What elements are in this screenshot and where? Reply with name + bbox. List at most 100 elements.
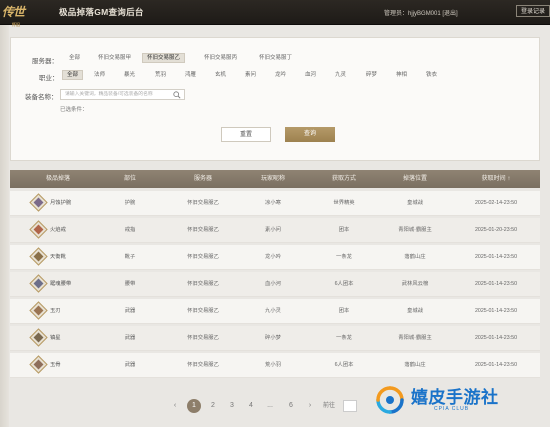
cell-time: 2025-01-14-23:50 [474,335,518,341]
table-row[interactable]: 火焰戒 戒指 怀旧交易服乙 素小问 团本 青阳城·霸服主 2025-01-20-23:50 [10,218,540,243]
table-row[interactable]: 天衡靴 靴子 怀旧交易服乙 龙小吟 一条龙 落鹤山庄 2025-01-14-23:50 [10,245,540,270]
cell-location: 青阳城·霸服主 [398,227,432,233]
page-6-button[interactable]: 6 [284,399,298,413]
table-row[interactable]: 镇星 武器 怀旧交易服乙 碎小梦 一条龙 青阳城·霸服主 2025-01-14-23:50 [10,326,540,351]
cell-server: 怀旧交易服乙 [187,254,219,260]
cell-player: 龙小吟 [265,254,281,260]
next-page-button[interactable]: › [303,399,317,413]
left-decor-strip [0,25,9,427]
class-option[interactable]: 神相 [392,70,411,80]
exit-link[interactable]: [退出] [442,11,457,17]
server-option[interactable]: 怀旧交易服甲 [94,53,135,63]
page-1-button[interactable]: 1 [187,399,201,413]
col-header-item: 极品掉落 [45,176,71,182]
equip-search-field[interactable] [60,89,185,100]
class-option[interactable]: 碎梦 [362,70,381,80]
class-option[interactable]: 九灵 [331,70,350,80]
filter-panel: 服务器： 全部 怀旧交易服甲 怀旧交易服乙 怀旧交易服丙 怀旧交易服丁 职业： 全部 法师… [10,37,540,161]
watermark-subtext: CPIA CLUB [434,406,470,412]
item-gem-icon [29,247,48,266]
goto-page-input[interactable] [343,400,357,412]
class-option[interactable]: 荒羽 [151,70,170,80]
cell-slot: 武器 [124,362,136,368]
admin-name: hjjyBGM001 [408,11,441,17]
cell-item-name: 月蚀护腕 [50,200,72,206]
selected-conditions-label: 已选条件： [60,107,88,113]
class-option[interactable]: 全部 [62,70,84,80]
goto-label: 前往 [323,403,336,409]
cell-method: 一条龙 [336,335,352,341]
cell-player: 血小河 [265,281,281,287]
cell-item-name: 火焰戒 [50,227,66,233]
cell-location: 落鹤山庄 [404,254,426,260]
query-button[interactable]: 查询 [285,127,335,142]
class-option[interactable]: 法师 [90,70,109,80]
cell-server: 怀旧交易服乙 [187,362,219,368]
cell-method: 6人团本 [334,281,354,287]
table-row[interactable]: 玉骨 武器 怀旧交易服乙 荒小羽 6人团本 落鹤山庄 2025-01-14-23:50 [10,353,540,378]
login-record-button[interactable]: 登录记录 [516,5,550,17]
item-gem-inner [33,278,44,289]
cell-slot: 武器 [124,308,136,314]
cell-method: 团本 [338,308,350,314]
cell-item-name: 玉骨 [50,362,61,368]
cell-player: 荒小羽 [265,362,281,368]
class-option[interactable]: 龙吟 [271,70,290,80]
cell-slot: 戒指 [124,227,136,233]
table-row[interactable]: 踞魂腰带 腰带 怀旧交易服乙 血小河 6人团本 武林风云榜 2025-01-14-23:50 [10,272,540,297]
cell-time: 2025-01-14-23:50 [474,362,518,368]
reset-button[interactable]: 重置 [221,127,271,142]
item-gem-icon [29,274,48,293]
cell-location: 武林风云榜 [401,281,429,287]
item-gem-inner [33,305,44,316]
col-header-player: 玩家昵称 [260,176,286,182]
class-option[interactable]: 鸿雁 [181,70,200,80]
game-logo: 传世 怀旧 [2,1,50,27]
class-option[interactable]: 暴光 [120,70,139,80]
class-option[interactable]: 玄机 [211,70,230,80]
search-icon[interactable] [173,91,181,99]
item-gem-icon [29,328,48,347]
server-option[interactable]: 全部 [65,53,84,63]
server-option[interactable]: 怀旧交易服丙 [200,53,241,63]
cell-item-name: 玉刃 [50,308,61,314]
class-label: 职业： [39,75,59,82]
class-option[interactable]: 素问 [241,70,260,80]
page-2-button[interactable]: 2 [206,399,220,413]
cell-server: 怀旧交易服乙 [187,281,219,287]
col-header-time-sort[interactable]: 获取时间 ↑ [482,170,511,188]
server-label: 服务器： [32,58,58,65]
top-bar: 传世 怀旧 极品掉落GM查询后台 管理员：hjjyBGM001 [退出] 登录记… [0,0,550,27]
cell-location: 皇城战 [407,308,423,314]
cell-time: 2025-01-14-23:50 [474,281,518,287]
cell-server: 怀旧交易服乙 [187,200,219,206]
item-gem-inner [33,197,44,208]
cell-method: 一条龙 [336,254,352,260]
item-gem-inner [33,359,44,370]
class-option[interactable]: 铁衣 [422,70,441,80]
cell-location: 皇城战 [407,200,423,206]
page-3-button[interactable]: 3 [225,399,239,413]
server-option[interactable]: 怀旧交易服丁 [255,53,296,63]
page-4-button[interactable]: 4 [244,399,258,413]
admin-label: 管理员： [384,11,409,17]
equip-search-input[interactable] [61,90,175,99]
app-title: 极品掉落GM查询后台 [59,7,144,17]
table-row[interactable]: 玉刃 武器 怀旧交易服乙 九小灵 团本 皇城战 2025-01-14-23:50 [10,299,540,324]
cell-method: 团本 [338,227,350,233]
item-gem-icon [29,193,48,212]
logo-subtext: 怀旧 [12,22,20,27]
server-option[interactable]: 怀旧交易服乙 [142,53,186,63]
class-option[interactable]: 血河 [301,70,320,80]
prev-page-button[interactable]: ‹ [168,399,182,413]
cell-location: 落鹤山庄 [404,362,426,368]
cell-time: 2025-02-14-23:50 [474,200,518,206]
item-gem-icon [29,355,48,374]
cell-player: 九小灵 [265,308,281,314]
item-gem-icon [29,220,48,239]
equip-name-label: 装备名称： [25,94,58,101]
watermark-logo-icon [376,386,404,414]
table-row[interactable]: 月蚀护腕 护腕 怀旧交易服乙 凉小寒 世界精英 皇城战 2025-02-14-23:50 [10,191,540,216]
cell-slot: 靴子 [124,254,136,260]
cell-method: 世界精英 [333,200,355,206]
